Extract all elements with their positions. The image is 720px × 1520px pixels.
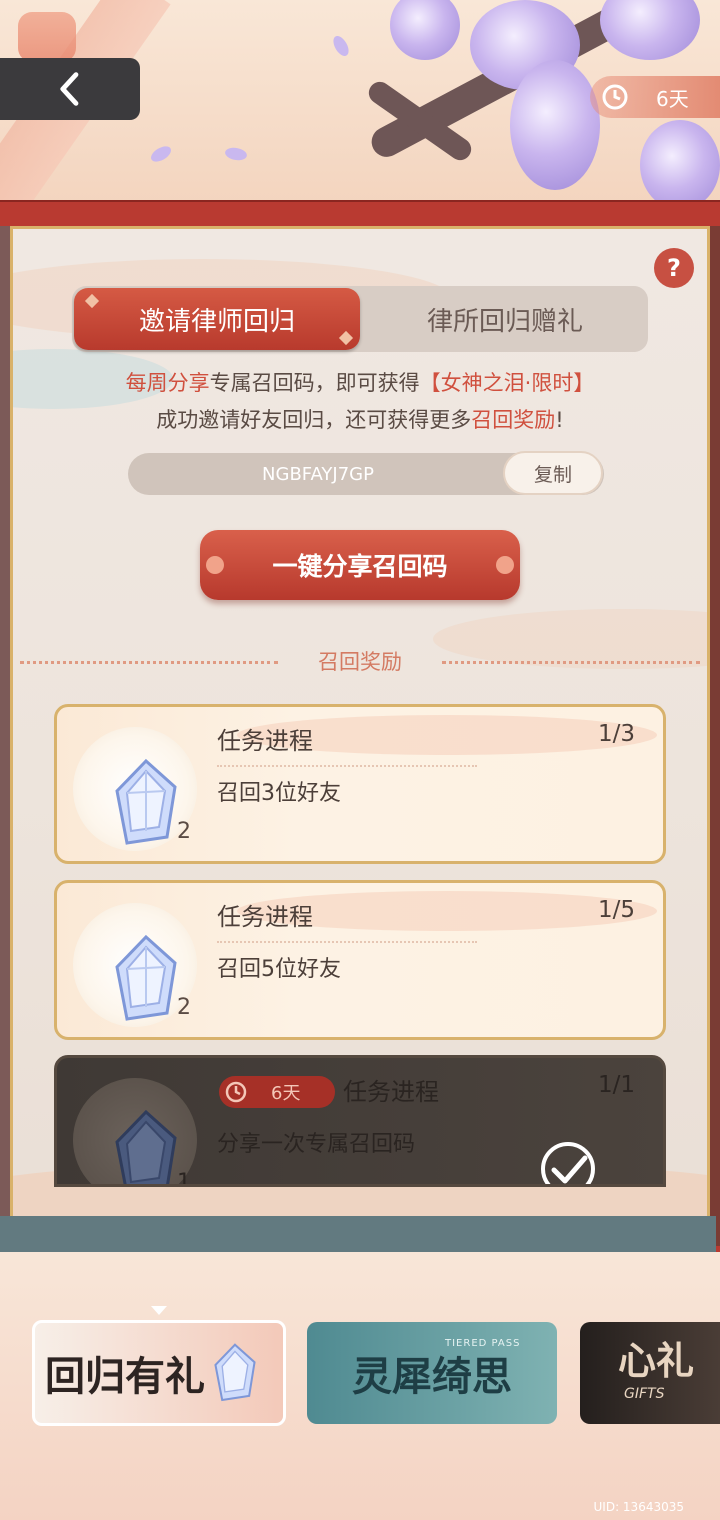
button-ornament xyxy=(496,556,514,574)
info-line-2: 成功邀请好友回归，还可获得更多召回奖励! xyxy=(156,408,564,432)
tab-invite-lawyer[interactable]: 邀请律师回归 xyxy=(74,288,360,350)
nav-sublabel: GIFTS xyxy=(624,1386,665,1402)
clock-icon xyxy=(602,84,628,110)
nav-sublabel: TIERED PASS xyxy=(445,1338,521,1349)
gem-icon xyxy=(214,1343,256,1402)
timer-text: 6天 xyxy=(656,86,689,111)
reward-count: 1 xyxy=(177,1170,191,1187)
gem-icon xyxy=(115,1109,177,1184)
petal-decoration xyxy=(148,143,174,165)
nav-tiered-pass[interactable]: TIERED PASS 灵犀绮思 xyxy=(307,1322,557,1424)
task-progress: 1/3 xyxy=(597,721,635,747)
share-code-button[interactable]: 一键分享召回码 xyxy=(200,530,520,600)
task-timer-badge: 6天 xyxy=(219,1076,335,1108)
petal-decoration xyxy=(330,33,352,59)
task-card: 2 任务进程 1/3 召回3位好友 xyxy=(54,704,666,864)
uid-label: UID: 13643035 xyxy=(593,1500,685,1514)
task-description: 分享一次专属召回码 xyxy=(217,1132,416,1157)
share-label: 一键分享召回码 xyxy=(272,552,448,581)
back-button[interactable] xyxy=(0,58,140,120)
tab-label: 律所回归赠礼 xyxy=(426,306,583,337)
checkmark-icon xyxy=(541,1142,595,1184)
clock-icon xyxy=(225,1081,247,1103)
wisteria-flower xyxy=(600,0,700,60)
nav-label: 心礼 xyxy=(618,1338,695,1383)
task-title: 任务进程 xyxy=(217,903,313,931)
nav-return-gifts[interactable]: 回归有礼 xyxy=(32,1320,286,1426)
task-card-completed: 1 6天 任务进程 1/1 分享一次专属召回码 xyxy=(54,1055,666,1187)
wisteria-flower xyxy=(510,60,600,190)
task-card: 2 任务进程 1/5 召回5位好友 xyxy=(54,880,666,1040)
nav-gifts[interactable]: 心礼 GIFTS xyxy=(580,1322,720,1424)
gem-icon xyxy=(115,934,177,1021)
divider xyxy=(217,941,477,943)
button-ornament xyxy=(206,556,224,574)
task-title: 任务进程 xyxy=(343,1078,439,1106)
divider xyxy=(217,765,477,767)
task-description: 召回5位好友 xyxy=(217,957,341,982)
nav-label: 回归有礼 xyxy=(45,1353,205,1400)
panel-base xyxy=(0,1216,716,1252)
petal-decoration xyxy=(224,146,248,162)
tab-firm-gifts[interactable]: 律所回归赠礼 xyxy=(362,288,648,350)
task-description: 召回3位好友 xyxy=(217,781,341,806)
task-title: 任务进程 xyxy=(217,727,313,755)
task-timer-text: 6天 xyxy=(271,1083,301,1104)
wisteria-flower xyxy=(390,0,460,60)
nav-label: 灵犀绮思 xyxy=(352,1353,512,1400)
reward-count: 2 xyxy=(177,819,191,844)
copy-button[interactable]: 复制 xyxy=(503,451,603,495)
info-line-1: 每周分享专属召回码，即可获得【女神之泪·限时】 xyxy=(125,371,595,395)
reward-count: 2 xyxy=(177,995,191,1020)
tab-label: 邀请律师回归 xyxy=(138,306,295,337)
task-progress: 1/5 xyxy=(597,897,635,923)
help-button[interactable]: ? xyxy=(654,248,694,288)
chevron-left-icon xyxy=(60,72,79,106)
wisteria-flower xyxy=(640,120,720,210)
selected-indicator-icon xyxy=(151,1306,167,1315)
event-timer: 6天 xyxy=(590,76,720,118)
task-progress: 1/1 xyxy=(597,1072,635,1098)
divider xyxy=(442,661,700,664)
invite-code: NGBFAYJ7GP xyxy=(262,463,374,485)
lantern-decoration xyxy=(18,12,76,62)
gem-icon xyxy=(115,758,177,845)
